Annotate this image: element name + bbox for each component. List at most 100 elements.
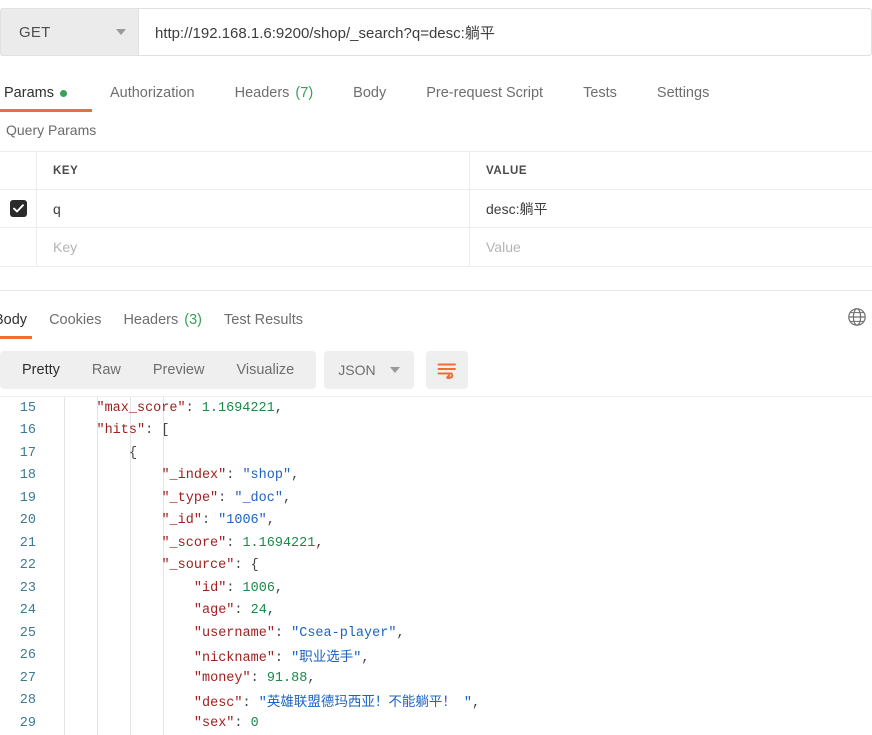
token-k: "nickname" [194,651,275,666]
token-k: "_id" [161,513,202,528]
table-row[interactable]: q desc:躺平 [0,190,872,228]
key-placeholder: Key [53,239,77,255]
active-tab-underline [0,109,92,112]
line-number: 20 [0,513,46,528]
chevron-down-icon [116,29,126,35]
response-tab-cookies[interactable]: Cookies [49,301,101,339]
row-checkbox-cell [0,190,37,227]
checkmark-icon [13,204,24,213]
token-p: , [315,536,323,551]
request-url-input[interactable]: http://192.168.1.6:9200/shop/_search?q=d… [138,8,872,56]
view-mode-visualize[interactable]: Visualize [220,351,310,389]
token-p: : [226,581,242,596]
word-wrap-toggle[interactable] [426,351,468,389]
token-p: : [234,603,250,618]
code-lines: 15"max_score": 1.1694221,16"hits": [17{1… [0,397,872,735]
tab-label: Settings [657,85,709,101]
view-mode-raw[interactable]: Raw [76,351,137,389]
line-number: 17 [0,446,46,461]
http-method-selector[interactable]: GET [0,8,138,56]
request-tab-tests[interactable]: Tests [583,74,617,112]
line-number: 27 [0,671,46,686]
column-header-value: VALUE [486,165,527,177]
tab-label: Params [4,85,54,101]
chevron-down-icon [390,367,400,373]
code-line-text: "username": "Csea-player", [46,626,405,641]
token-p: : [243,696,259,711]
token-k: "_source" [161,558,234,573]
token-k: "hits" [96,423,145,438]
token-k: "sex" [194,716,235,731]
view-mode-preview[interactable]: Preview [137,351,221,389]
value-placeholder: Value [486,239,521,255]
code-line-text: "_index": "shop", [46,468,299,483]
code-line-text: "max_score": 1.1694221, [46,401,283,416]
request-tab-authorization[interactable]: Authorization [110,74,195,112]
tab-label: Tests [583,85,617,101]
request-tab-settings[interactable]: Settings [657,74,709,112]
token-p: , [361,651,369,666]
response-format-selector[interactable]: JSON [324,351,413,389]
line-number: 21 [0,536,46,551]
header-value-cell: VALUE [470,152,872,189]
request-tab-pre-request-script[interactable]: Pre-request Script [426,74,543,112]
param-enabled-checkbox[interactable] [10,200,27,217]
view-mode-pretty[interactable]: Pretty [6,351,76,389]
line-number: 29 [0,716,46,731]
code-line: 18"_index": "shop", [0,465,872,488]
globe-icon[interactable] [846,306,868,328]
param-value-cell[interactable]: desc:躺平 [470,190,872,227]
code-line: 25"username": "Csea-player", [0,622,872,645]
response-body-viewer[interactable]: 15"max_score": 1.1694221,16"hits": [17{1… [0,396,872,735]
token-p: , [275,581,283,596]
response-tabs: Body Cookies Headers(3) Test Results [0,301,872,339]
param-key-cell[interactable]: q [37,190,470,227]
token-p: : [186,401,202,416]
response-tab-test-results[interactable]: Test Results [224,301,303,339]
request-url-bar: GET http://192.168.1.6:9200/shop/_search… [0,8,872,56]
code-line-text: "money": 91.88, [46,671,315,686]
token-p: : [275,651,291,666]
token-p: , [275,401,283,416]
token-p: [ [161,423,169,438]
empty-param-value-cell[interactable]: Value [470,228,872,266]
http-method-label: GET [19,24,116,41]
tab-label: Pre-request Script [426,85,543,101]
token-k: "desc" [194,696,243,711]
token-p: : [145,423,161,438]
view-mode-group: PrettyRawPreviewVisualize [0,351,316,389]
code-line: 21"_score": 1.1694221, [0,532,872,555]
token-n: 1006 [243,581,275,596]
code-line-text: "_id": "1006", [46,513,275,528]
code-line: 16"hits": [ [0,420,872,443]
token-p: { [129,446,137,461]
tab-label: Headers [123,312,178,328]
token-s: "英雄联盟德玛西亚！不能躺平！ " [259,696,472,711]
token-p: , [267,603,275,618]
empty-param-key-cell[interactable]: Key [37,228,470,266]
line-number: 28 [0,693,46,708]
code-line-text: "nickname": "职业选手", [46,645,369,666]
line-number: 18 [0,468,46,483]
token-k: "money" [194,671,251,686]
unsaved-changes-dot-icon [60,90,67,97]
param-key-text: q [53,201,61,217]
request-tab-params[interactable]: Params [4,74,67,112]
response-tab-headers[interactable]: Headers(3) [123,301,202,339]
line-number: 15 [0,401,46,416]
tab-label: Body [0,312,27,328]
token-p: : [226,536,242,551]
tab-label: Headers [235,85,290,101]
response-tab-body[interactable]: Body [0,301,27,339]
code-line-text: { [46,446,137,461]
response-view-toolbar: PrettyRawPreviewVisualize JSON [0,350,872,390]
request-tab-headers[interactable]: Headers(7) [235,74,314,112]
empty-row-checkbox-cell [0,228,37,266]
token-p: , [267,513,275,528]
code-line-text: "_score": 1.1694221, [46,536,323,551]
code-line: 23"id": 1006, [0,577,872,600]
token-p: , [396,626,404,641]
request-tab-body[interactable]: Body [353,74,386,112]
table-row-empty[interactable]: Key Value [0,228,872,266]
code-line: 15"max_score": 1.1694221, [0,397,872,420]
